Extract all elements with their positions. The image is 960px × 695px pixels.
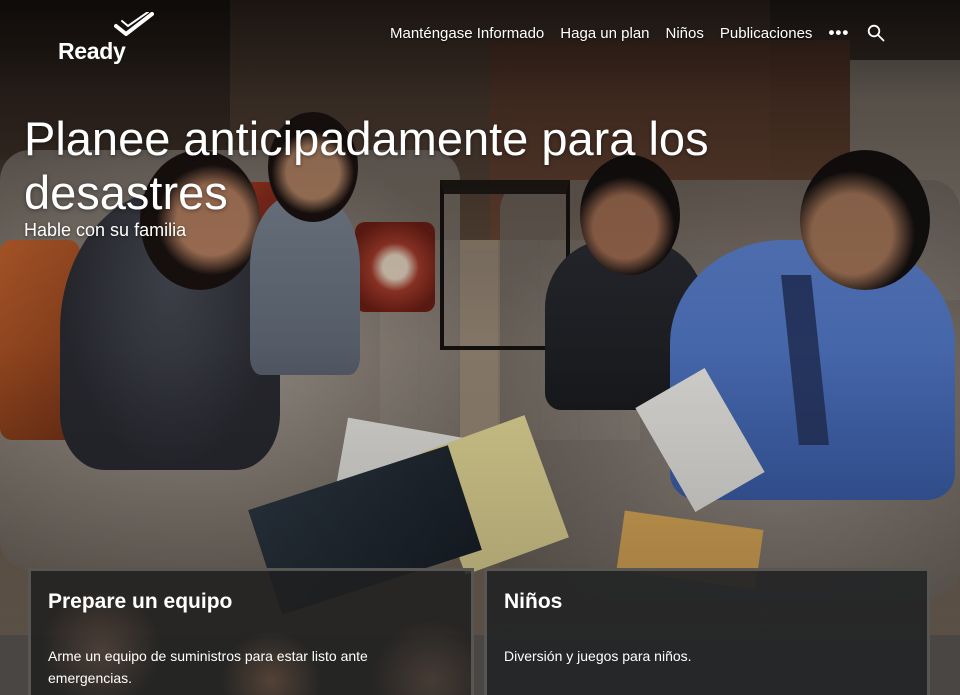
hero-title: Planee anticipadamente para los desastre… — [24, 112, 709, 219]
card-title: Niños — [504, 590, 563, 613]
card-prepare-kit[interactable]: Prepare un equipo Arme un equipo de sumi… — [28, 568, 474, 695]
logo-text: Ready — [58, 38, 126, 64]
nav-item-ninos[interactable]: Niños — [666, 25, 704, 42]
more-menu-icon[interactable]: ••• — [828, 22, 849, 44]
nav-item-publicaciones[interactable]: Publicaciones — [720, 25, 813, 42]
card-title: Prepare un equipo — [48, 590, 233, 613]
ready-logo[interactable]: Ready — [58, 12, 158, 68]
nav-item-mantengase-informado[interactable]: Manténgase Informado — [390, 25, 544, 42]
card-kids[interactable]: Niños Diversión y juegos para niños. — [484, 568, 930, 695]
hero-subtitle: Hable con su familia — [24, 220, 187, 240]
main-nav: Manténgase Informado Haga un plan Niños … — [390, 22, 904, 44]
card-description: Diversión y juegos para niños. — [504, 648, 692, 664]
search-icon[interactable] — [867, 24, 885, 42]
card-description: Arme un equipo de suministros para estar… — [48, 648, 368, 686]
checkmark-icon — [114, 12, 154, 36]
nav-item-haga-un-plan[interactable]: Haga un plan — [560, 25, 649, 42]
